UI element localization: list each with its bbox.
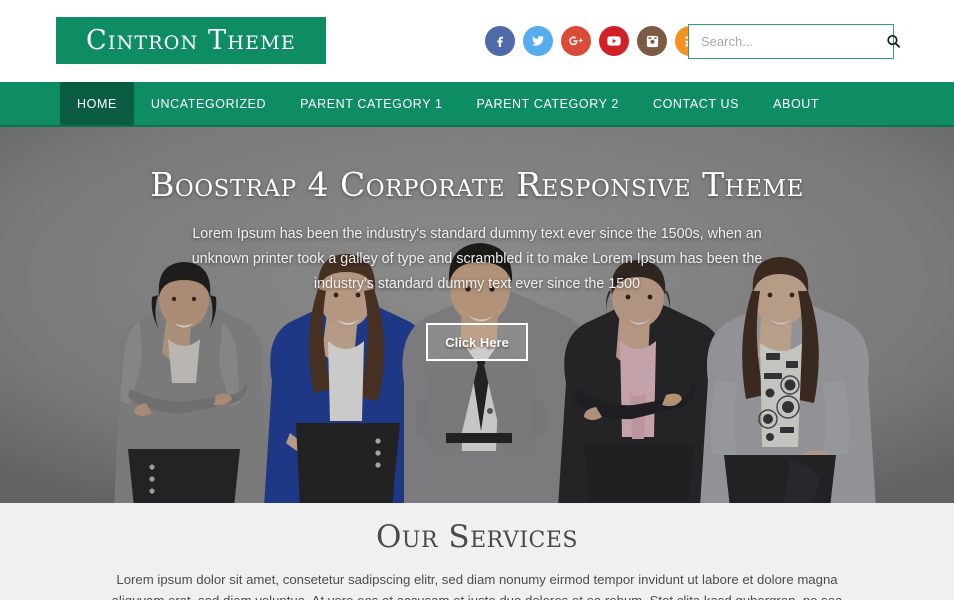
- nav-item-about[interactable]: About: [756, 82, 836, 125]
- nav-item-home[interactable]: Home: [60, 82, 134, 125]
- facebook-icon[interactable]: [485, 26, 515, 56]
- hero-subtitle: Lorem Ipsum has been the industry's stan…: [191, 226, 763, 293]
- services-title: Our Services: [376, 519, 578, 555]
- nav-item-contact-us[interactable]: Contact Us: [636, 82, 756, 125]
- hero-title: Boostrap 4 Corporate Responsive Theme: [150, 165, 804, 204]
- nav-item-parent-category-2[interactable]: Parent Category 2: [460, 82, 636, 125]
- nav-item-uncategorized[interactable]: Uncategorized: [134, 82, 283, 125]
- hero-content: Boostrap 4 Corporate Responsive Theme Lo…: [0, 127, 954, 503]
- page-root: Cintron Theme Search... HOME UNCATEGORIZ…: [0, 0, 954, 600]
- site-header: Cintron Theme: [0, 0, 954, 82]
- instagram-icon[interactable]: [637, 26, 667, 56]
- search-icon: [887, 34, 901, 48]
- search-input[interactable]: [689, 25, 885, 58]
- twitter-icon[interactable]: [523, 26, 553, 56]
- youtube-icon[interactable]: [599, 26, 629, 56]
- social-links: [485, 26, 705, 56]
- hero-cta-button[interactable]: Click Here: [426, 323, 528, 362]
- search-button[interactable]: [885, 25, 902, 58]
- services-section: Our Services Lorem ipsum dolor sit amet,…: [0, 503, 954, 600]
- services-description: Lorem ipsum dolor sit amet, consetetur s…: [112, 571, 843, 600]
- google-plus-icon[interactable]: [561, 26, 591, 56]
- nav-item-parent-category-1[interactable]: Parent Category 1: [283, 82, 459, 125]
- main-navigation: Home Uncategorized Parent Category 1 Par…: [0, 82, 954, 127]
- search-box[interactable]: [688, 24, 901, 59]
- site-logo-text: Cintron Theme: [86, 25, 296, 56]
- hero-banner: Boostrap 4 Corporate Responsive Theme Lo…: [0, 127, 954, 503]
- site-logo[interactable]: Cintron Theme: [56, 17, 326, 64]
